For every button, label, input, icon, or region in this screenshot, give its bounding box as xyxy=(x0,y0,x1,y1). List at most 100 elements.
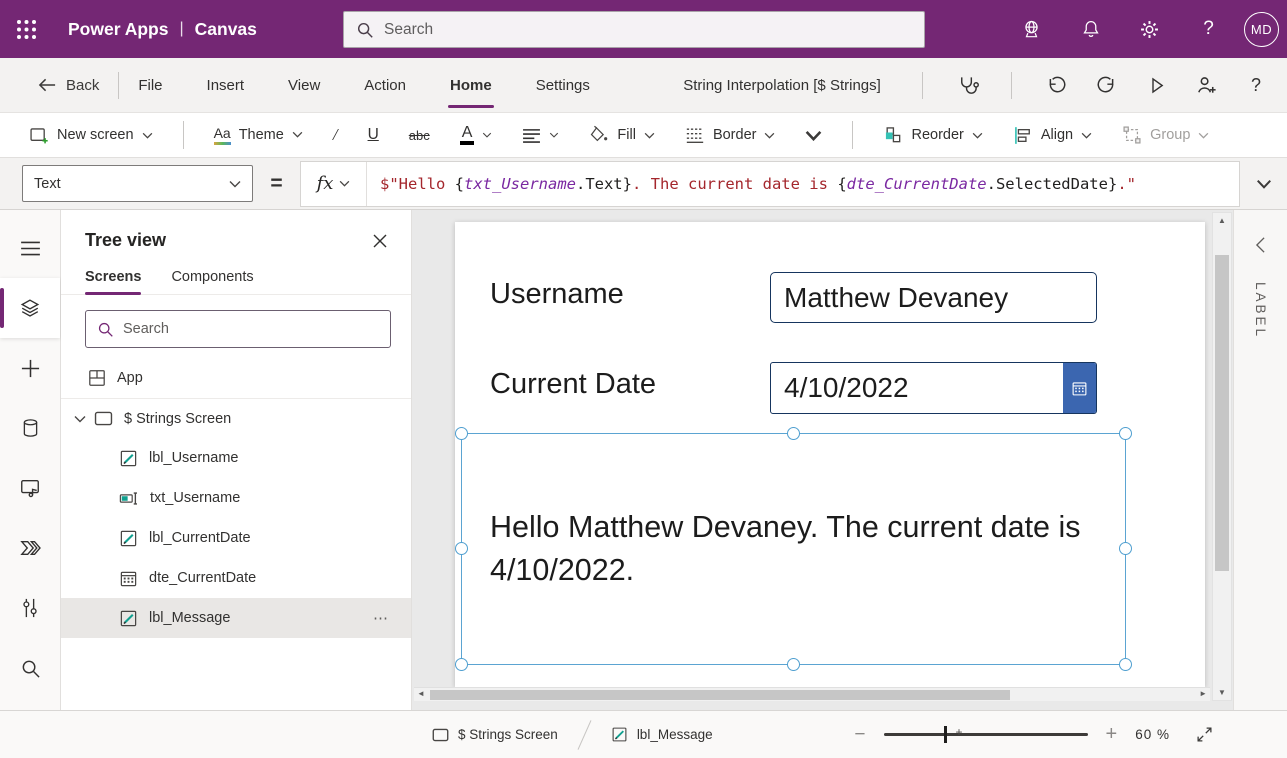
resize-handle-bottom-right[interactable] xyxy=(1119,658,1132,671)
scroll-up-arrow[interactable]: ▲ xyxy=(1213,216,1231,225)
fx-dropdown[interactable]: fx xyxy=(301,162,367,206)
tab-settings[interactable]: Settings xyxy=(536,73,590,98)
tree-item-lbl-username[interactable]: lbl_Username xyxy=(61,438,411,478)
zoom-out-button[interactable]: − xyxy=(850,724,869,746)
expand-panel-chevron-icon[interactable] xyxy=(1255,236,1266,254)
chevron-down-icon[interactable] xyxy=(74,415,86,423)
current-date-label[interactable]: Current Date xyxy=(490,368,656,401)
screen-artboard[interactable]: Username Current Date 4/10/2022 xyxy=(455,222,1205,687)
share-person-icon[interactable] xyxy=(1181,58,1231,113)
tree-item-app[interactable]: App xyxy=(61,358,411,398)
new-screen-button[interactable]: New screen xyxy=(28,125,153,146)
resize-handle-top-left[interactable] xyxy=(455,427,468,440)
scroll-left-arrow[interactable]: ◄ xyxy=(417,689,425,698)
tab-home[interactable]: Home xyxy=(450,73,492,98)
username-text-input[interactable] xyxy=(770,272,1097,323)
theme-button[interactable]: Aa Theme xyxy=(214,125,303,145)
zoom-slider-handle[interactable] xyxy=(944,726,948,743)
help-icon[interactable]: ? xyxy=(1231,58,1281,113)
rail-tree-view-icon[interactable] xyxy=(0,278,60,338)
horizontal-scrollbar[interactable]: ◄ ► xyxy=(414,687,1210,701)
tree-item-lbl-message[interactable]: lbl_Message ⋯ xyxy=(61,598,411,638)
tab-insert[interactable]: Insert xyxy=(207,73,245,98)
settings-gear-icon[interactable] xyxy=(1120,0,1179,58)
resize-handle-bottom-left[interactable] xyxy=(455,658,468,671)
tree-search-input[interactable] xyxy=(123,321,379,337)
undo-icon[interactable] xyxy=(1031,58,1081,113)
ribbon-overflow-chevron[interactable] xyxy=(805,130,822,141)
tab-action[interactable]: Action xyxy=(364,73,406,98)
rail-insert-icon[interactable] xyxy=(0,338,60,398)
align-button[interactable]: Align xyxy=(1013,126,1092,145)
italic-button[interactable]: / xyxy=(333,125,338,145)
tab-screens[interactable]: Screens xyxy=(85,269,141,294)
statusbar-control-breadcrumb[interactable]: lbl_Message xyxy=(611,726,713,743)
fit-to-window-icon[interactable] xyxy=(1196,726,1213,743)
rail-power-automate-icon[interactable] xyxy=(0,518,60,578)
date-picker-field[interactable]: 4/10/2022 xyxy=(770,362,1097,414)
resize-handle-bottom-middle[interactable] xyxy=(787,658,800,671)
tree-item-txt-username[interactable]: txt_Username xyxy=(61,478,411,518)
strikethrough-button[interactable]: abc xyxy=(409,128,430,143)
play-preview-icon[interactable] xyxy=(1131,58,1181,113)
search-input[interactable] xyxy=(384,21,912,39)
underline-button[interactable]: U xyxy=(368,126,379,144)
vertical-scrollbar[interactable]: ▲ ▼ xyxy=(1212,212,1232,701)
app-icon xyxy=(88,369,106,387)
rail-search-icon[interactable] xyxy=(0,638,60,698)
zoom-slider[interactable]: + xyxy=(884,733,1088,736)
font-color-button[interactable]: A xyxy=(460,125,493,146)
fill-button[interactable]: Fill xyxy=(589,125,655,145)
formula-expand-chevron[interactable] xyxy=(1240,179,1287,189)
waffle-menu-icon[interactable] xyxy=(0,0,52,58)
hamburger-menu-icon[interactable] xyxy=(0,218,60,278)
item-more-options[interactable]: ⋯ xyxy=(373,609,411,627)
scroll-down-arrow[interactable]: ▼ xyxy=(1213,688,1231,697)
group-button[interactable]: Group xyxy=(1122,125,1209,145)
formula-text[interactable]: $"Hello {txt_Username.Text}. The current… xyxy=(367,162,1239,206)
text-align-button[interactable] xyxy=(522,128,559,143)
app-checker-icon[interactable] xyxy=(942,58,992,113)
divider xyxy=(183,121,184,149)
tab-file[interactable]: File xyxy=(138,73,162,98)
tab-view[interactable]: View xyxy=(288,73,320,98)
property-selector[interactable]: Text xyxy=(22,165,253,202)
back-button[interactable]: Back xyxy=(38,77,99,94)
theme-label: Theme xyxy=(239,127,284,143)
tree-item-screen[interactable]: $ Strings Screen xyxy=(61,398,411,438)
message-text[interactable]: Hello Matthew Devaney. The current date … xyxy=(462,506,1102,591)
tree-item-dte-currentdate[interactable]: dte_CurrentDate xyxy=(61,558,411,598)
account-avatar[interactable]: MD xyxy=(1244,12,1279,47)
vertical-scroll-thumb[interactable] xyxy=(1215,255,1229,571)
label-control-icon xyxy=(119,529,138,548)
tree-item-lbl-currentdate[interactable]: lbl_CurrentDate xyxy=(61,518,411,558)
redo-icon[interactable] xyxy=(1081,58,1131,113)
formula-input-area[interactable]: fx $"Hello {txt_Username.Text}. The curr… xyxy=(300,161,1240,207)
border-button[interactable]: Border xyxy=(685,127,776,144)
resize-handle-top-middle[interactable] xyxy=(787,427,800,440)
date-value[interactable]: 4/10/2022 xyxy=(771,363,1063,413)
environments-icon[interactable] xyxy=(1002,0,1061,58)
zoom-in-button[interactable]: + xyxy=(1102,723,1122,746)
resize-handle-top-right[interactable] xyxy=(1119,427,1132,440)
reorder-button[interactable]: Reorder xyxy=(883,125,982,145)
close-icon[interactable] xyxy=(373,234,387,248)
environment-name: Canvas xyxy=(195,19,257,40)
statusbar-screen-breadcrumb[interactable]: $ Strings Screen xyxy=(432,727,558,742)
notifications-bell-icon[interactable] xyxy=(1061,0,1120,58)
tree-search-box[interactable] xyxy=(85,310,391,348)
rail-media-icon[interactable] xyxy=(0,458,60,518)
resize-handle-middle-right[interactable] xyxy=(1119,542,1132,555)
rail-advanced-tools-icon[interactable] xyxy=(0,578,60,638)
rail-data-icon[interactable] xyxy=(0,398,60,458)
resize-handle-middle-left[interactable] xyxy=(455,542,468,555)
brand-title[interactable]: Power Apps xyxy=(68,19,168,40)
username-label[interactable]: Username xyxy=(490,278,624,311)
date-picker-calendar-button[interactable] xyxy=(1063,363,1096,413)
global-search[interactable] xyxy=(343,11,925,48)
horizontal-scroll-thumb[interactable] xyxy=(430,690,1010,700)
selected-message-label[interactable]: Hello Matthew Devaney. The current date … xyxy=(461,433,1126,665)
tab-components[interactable]: Components xyxy=(171,269,253,294)
scroll-right-arrow[interactable]: ► xyxy=(1199,689,1207,698)
help-icon[interactable]: ? xyxy=(1179,0,1238,58)
